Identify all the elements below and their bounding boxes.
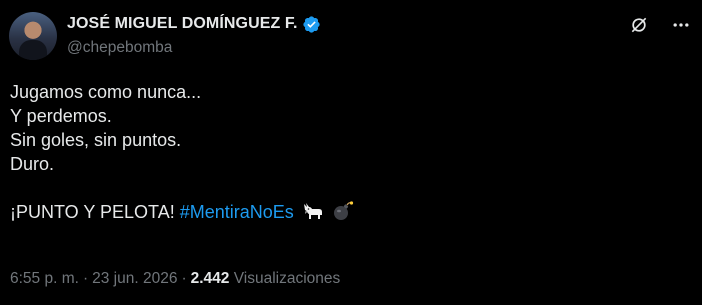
more-icon [673,23,689,27]
verified-badge-icon [302,15,320,33]
post-line-5: ¡PUNTO Y PELOTA! #MentiraNoEs [10,200,354,224]
post-line-5-text: ¡PUNTO Y PELOTA! [10,202,175,222]
views-count[interactable]: 2.442 [191,270,230,287]
avatar[interactable] [9,12,57,60]
post-header: JOSÉ MIGUEL DOMÍNGUEZ F. @chepebomba [9,12,692,60]
post-text: Jugamos como nunca... Y perdemos. Sin go… [10,80,354,224]
post-line-3: Sin goles, sin puntos. [10,130,182,150]
hashtag-link[interactable]: #MentiraNoEs [180,202,294,222]
display-name-row: JOSÉ MIGUEL DOMÍNGUEZ F. [67,14,321,34]
post-time[interactable]: 6:55 p. m. [10,270,79,287]
views-label[interactable]: Visualizaciones [234,270,341,287]
meta-separator: · [82,270,89,287]
bomb-icon [333,201,353,220]
header-actions [628,14,692,36]
goat-icon [303,203,322,219]
display-name[interactable]: JOSÉ MIGUEL DOMÍNGUEZ F. [67,15,298,33]
author-names: JOSÉ MIGUEL DOMÍNGUEZ F. @chepebomba [67,14,321,57]
post-line-1: Jugamos como nunca... [10,82,202,102]
post-line-2: Y perdemos. [10,106,112,126]
more-button[interactable] [670,14,692,36]
paragraph-break [10,176,354,200]
post-date[interactable]: 23 jun. 2026 [92,270,177,287]
meta-separator-2: · [181,270,187,287]
grok-icon [631,17,647,33]
post-meta: 6:55 p. m. · 23 jun. 2026 · 2.442 Visualizac… [10,270,340,288]
post-line-4: Duro. [10,154,55,174]
handle[interactable]: @chepebomba [67,39,321,57]
grok-button[interactable] [628,14,650,36]
